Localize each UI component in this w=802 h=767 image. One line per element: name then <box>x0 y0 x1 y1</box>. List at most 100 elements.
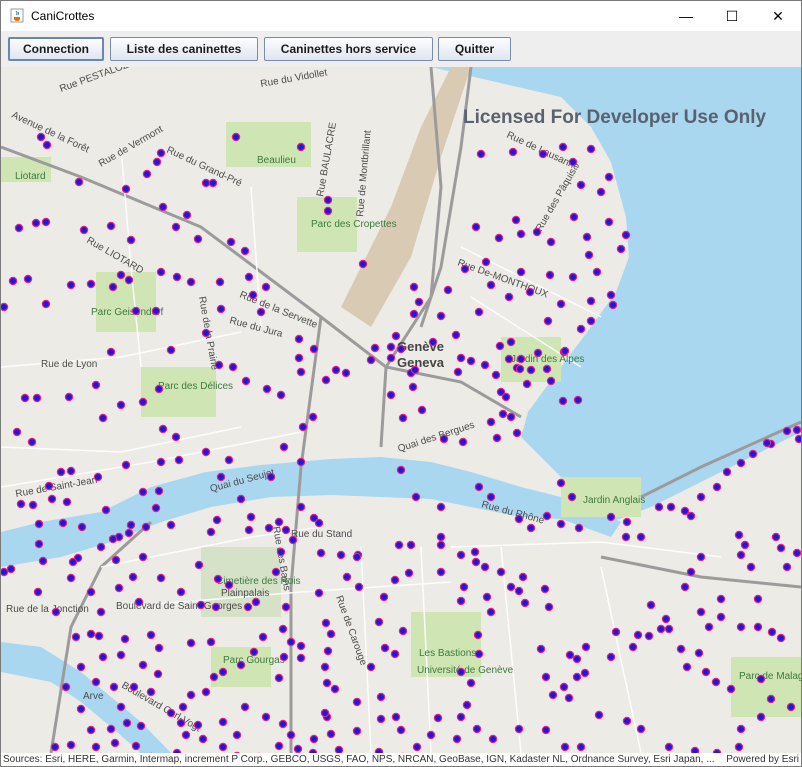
caninette-marker[interactable] <box>352 697 362 707</box>
caninette-marker[interactable] <box>694 648 704 658</box>
caninette-marker[interactable] <box>126 520 136 530</box>
caninette-marker[interactable] <box>776 543 786 553</box>
caninette-marker[interactable] <box>352 552 362 562</box>
caninette-marker[interactable] <box>473 630 483 640</box>
caninette-marker[interactable] <box>208 178 218 188</box>
map-view[interactable]: Genève Geneva Rue PESTALOZZI Rue du Vido… <box>1 67 801 753</box>
caninette-marker[interactable] <box>286 637 296 647</box>
caninette-marker[interactable] <box>218 667 228 677</box>
caninette-marker[interactable] <box>439 434 449 444</box>
caninette-marker[interactable] <box>261 282 271 292</box>
caninette-marker[interactable] <box>279 652 289 662</box>
caninette-marker[interactable] <box>309 344 319 354</box>
caninette-marker[interactable] <box>696 552 706 562</box>
caninettes-hors-service-button[interactable]: Caninettes hors service <box>264 37 433 61</box>
caninette-marker[interactable] <box>567 492 577 502</box>
caninette-marker[interactable] <box>171 432 181 442</box>
caninette-marker[interactable] <box>296 142 306 152</box>
caninette-marker[interactable] <box>106 724 116 734</box>
caninette-marker[interactable] <box>525 287 535 297</box>
caninette-marker[interactable] <box>794 434 801 444</box>
caninette-marker[interactable] <box>262 384 272 394</box>
caninette-marker[interactable] <box>488 734 498 744</box>
caninette-marker[interactable] <box>249 647 259 657</box>
caninette-marker[interactable] <box>696 492 706 502</box>
caninette-marker[interactable] <box>767 627 777 637</box>
caninette-marker[interactable] <box>540 584 550 594</box>
caninette-marker[interactable] <box>215 277 225 287</box>
caninette-marker[interactable] <box>23 274 33 284</box>
caninette-marker[interactable] <box>91 742 101 752</box>
caninette-marker[interactable] <box>716 612 726 622</box>
caninette-marker[interactable] <box>226 237 236 247</box>
caninette-marker[interactable] <box>126 235 136 245</box>
caninette-marker[interactable] <box>568 272 578 282</box>
caninette-marker[interactable] <box>736 458 746 468</box>
caninette-marker[interactable] <box>278 719 288 729</box>
caninette-marker[interactable] <box>206 637 216 647</box>
caninette-marker[interactable] <box>522 379 532 389</box>
caninette-marker[interactable] <box>452 734 462 744</box>
caninette-marker[interactable] <box>79 225 89 235</box>
caninette-marker[interactable] <box>131 306 141 316</box>
caninette-marker[interactable] <box>572 672 582 682</box>
caninette-marker[interactable] <box>644 631 654 641</box>
caninette-marker[interactable] <box>391 712 401 722</box>
caninette-marker[interactable] <box>466 678 476 688</box>
caninette-marker[interactable] <box>218 742 228 752</box>
caninette-marker[interactable] <box>526 523 536 533</box>
caninette-marker[interactable] <box>576 742 586 752</box>
caninette-marker[interactable] <box>532 227 542 237</box>
caninette-marker[interactable] <box>296 502 306 512</box>
caninette-marker[interactable] <box>34 539 44 549</box>
caninette-marker[interactable] <box>31 218 41 228</box>
caninette-marker[interactable] <box>482 592 492 602</box>
caninette-marker[interactable] <box>436 532 446 542</box>
caninette-marker[interactable] <box>541 672 551 682</box>
caninette-marker[interactable] <box>128 572 138 582</box>
caninette-marker[interactable] <box>154 486 164 496</box>
caninette-marker[interactable] <box>109 682 119 692</box>
caninette-marker[interactable] <box>186 690 196 700</box>
caninette-marker[interactable] <box>558 396 568 406</box>
caninette-marker[interactable] <box>412 742 422 752</box>
caninette-marker[interactable] <box>201 178 211 188</box>
caninette-marker[interactable] <box>201 687 211 697</box>
caninette-marker[interactable] <box>296 457 306 467</box>
caninette-marker[interactable] <box>515 364 525 374</box>
caninette-marker[interactable] <box>776 633 786 643</box>
caninette-marker[interactable] <box>516 229 526 239</box>
caninette-marker[interactable] <box>74 177 84 187</box>
caninette-marker[interactable] <box>201 328 211 338</box>
caninette-marker[interactable] <box>151 306 161 316</box>
caninette-marker[interactable] <box>138 397 148 407</box>
caninette-marker[interactable] <box>584 250 594 260</box>
caninette-marker[interactable] <box>586 296 596 306</box>
caninette-marker[interactable] <box>512 428 522 438</box>
caninette-marker[interactable] <box>276 547 286 557</box>
caninette-marker[interactable] <box>274 673 284 683</box>
caninette-marker[interactable] <box>516 267 526 277</box>
caninette-marker[interactable] <box>172 272 182 282</box>
caninette-marker[interactable] <box>486 417 496 427</box>
caninette-marker[interactable] <box>141 522 151 532</box>
caninette-marker[interactable] <box>41 299 51 309</box>
caninette-marker[interactable] <box>366 662 376 672</box>
caninette-marker[interactable] <box>36 132 46 142</box>
caninette-marker[interactable] <box>240 702 250 712</box>
caninette-marker[interactable] <box>274 741 284 751</box>
caninette-marker[interactable] <box>193 720 203 730</box>
caninette-marker[interactable] <box>740 540 750 550</box>
caninette-marker[interactable] <box>573 395 583 405</box>
caninette-marker[interactable] <box>546 376 556 386</box>
caninette-marker[interactable] <box>560 346 570 356</box>
caninette-marker[interactable] <box>298 422 308 432</box>
caninette-marker[interactable] <box>582 232 592 242</box>
caninette-marker[interactable] <box>621 532 631 542</box>
caninette-marker[interactable] <box>471 557 481 567</box>
caninette-marker[interactable] <box>294 334 304 344</box>
caninette-marker[interactable] <box>156 573 166 583</box>
caninette-marker[interactable] <box>572 654 582 664</box>
quitter-button[interactable]: Quitter <box>438 37 511 61</box>
caninette-marker[interactable] <box>50 742 60 752</box>
